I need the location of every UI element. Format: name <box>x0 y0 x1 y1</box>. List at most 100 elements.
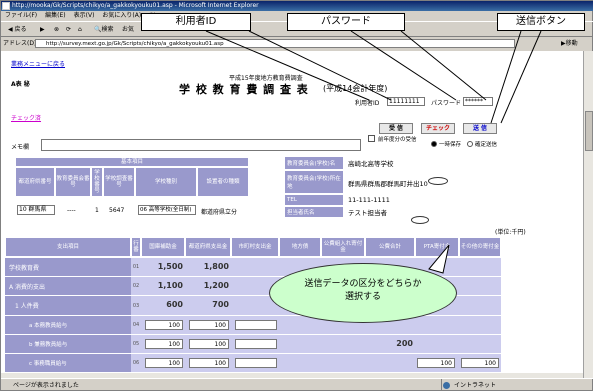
national-input[interactable]: 100 <box>145 320 183 330</box>
user-id-input[interactable]: 11111111 <box>387 97 425 106</box>
password-label: パスワード <box>431 100 462 107</box>
menu-back-link[interactable]: 業務メニューに戻る <box>11 59 65 68</box>
zone-label: イントラネット <box>441 379 531 391</box>
address-label: アドレス(D) <box>3 40 37 47</box>
highlight-ellipse-icon <box>428 177 448 185</box>
row-number: 04 <box>131 316 141 335</box>
prefectural-input[interactable]: 100 <box>189 320 229 330</box>
national-value: 600 <box>166 300 183 309</box>
menu-edit[interactable]: 編集(E) <box>45 11 65 21</box>
municipal-input[interactable] <box>235 320 277 330</box>
unit-label: (単位:千円) <box>495 229 526 236</box>
page-content: 業務メニューに戻る A表 秘 平成15年度地方教育費調査 学 校 教 育 費 調… <box>1 51 583 378</box>
person-label: 担当者氏名 <box>285 207 343 217</box>
refresh-button[interactable]: ⟳ <box>63 24 74 36</box>
col-survey-no: 学校調査番号 <box>103 167 135 197</box>
row-number: 02 <box>131 277 141 296</box>
menu-view[interactable]: 表示(V) <box>74 11 95 21</box>
founder-value: 都道府県立分 <box>201 209 238 216</box>
row-number: 01 <box>131 258 141 277</box>
note-line-1: 送信データの区分をどちらか <box>304 279 422 289</box>
col-local-bond: 地方債 <box>279 237 321 257</box>
school-type-select[interactable]: 06 高等学校(全日制) <box>138 205 196 215</box>
pta-input[interactable]: 100 <box>417 358 455 368</box>
callout-note-bubble: 送信データの区分をどちらか 選択する <box>269 263 457 323</box>
survey-title-suffix: (平成14会計年度) <box>323 84 388 93</box>
address-field-value: 群馬県群馬郡群馬町井出10 <box>348 180 428 188</box>
col-expense-item: 支出項目 <box>5 237 131 257</box>
school-no-value: 1 <box>95 207 99 214</box>
col-other-donation: その他の寄付金 <box>459 237 501 257</box>
col-public-total: 公費合計 <box>365 237 415 257</box>
send-button[interactable]: 送 信 <box>463 123 497 134</box>
vertical-scrollbar[interactable] <box>583 51 593 378</box>
scroll-thumb[interactable] <box>585 111 593 151</box>
search-label: 検索 <box>101 26 114 33</box>
final-send-radio[interactable] <box>467 141 473 147</box>
check-button[interactable]: チェック <box>421 123 455 134</box>
prefectural-value: 1,800 <box>203 262 229 271</box>
col-prefectural: 都道府県支出金 <box>185 237 231 257</box>
row-label: A 消費的支出 <box>5 277 131 296</box>
municipal-input[interactable] <box>235 339 277 349</box>
national-input[interactable]: 100 <box>145 358 183 368</box>
callout-password: パスワード <box>287 13 405 31</box>
status-bar: ページが表示されました イントラネット <box>1 378 593 391</box>
search-button[interactable]: 🔍検索 <box>91 24 117 36</box>
prefectural-input[interactable]: 100 <box>189 339 229 349</box>
address-field-label: 教育委員会(学校)所在地 <box>285 171 343 193</box>
pref-select[interactable]: 10 群馬県 <box>17 205 55 215</box>
basic-heading: 基本項目 <box>15 157 249 167</box>
municipal-input[interactable] <box>235 358 277 368</box>
row-number: 06 <box>131 354 141 373</box>
prev-year-label: 前年度分の受信 <box>378 137 417 143</box>
callout-send-button: 送信ボタン <box>497 13 585 31</box>
check-done-link[interactable]: チェック済 <box>11 113 41 122</box>
stop-button[interactable]: ⊗ <box>51 24 62 36</box>
back-label: 戻る <box>14 26 27 33</box>
title-bar: http://mooka/Gk/Scripts/chikyo/a_gakkoky… <box>1 1 593 11</box>
tel-value: 11-111-1111 <box>348 196 390 204</box>
col-pta: PTA寄付金 <box>415 237 459 257</box>
prefectural-value: 1,200 <box>203 281 229 290</box>
col-municipal: 市町村支出金 <box>231 237 279 257</box>
ie-icon <box>2 2 10 10</box>
forward-button[interactable]: ▶ <box>37 24 48 36</box>
national-value: 1,100 <box>157 281 183 290</box>
temp-save-radio[interactable] <box>431 141 437 147</box>
board-name-value: 高崎北高等学校 <box>348 160 394 168</box>
row-label: a 本務教員給与 <box>5 316 131 335</box>
row-number: 03 <box>131 296 141 316</box>
tel-label: TEL <box>285 195 343 205</box>
status-text: ページが表示されました <box>13 382 79 389</box>
favorites-button[interactable]: お気 <box>119 24 137 36</box>
col-public-donation: 公費組入れ寄付金 <box>321 237 365 257</box>
col-national: 国庫補助金 <box>141 237 185 257</box>
callout-user-id: 利用者ID <box>141 13 251 31</box>
national-input[interactable]: 100 <box>145 339 183 349</box>
survey-title: 学 校 教 育 費 調 査 表 <box>179 83 309 96</box>
national-value: 1,500 <box>157 262 183 271</box>
memo-label: メモ欄 <box>11 144 30 151</box>
highlight-ellipse-icon <box>411 216 429 224</box>
form-code: A表 秘 <box>11 81 30 88</box>
row-label: 学校教育費 <box>5 258 131 277</box>
back-button[interactable]: ◀ 戻る <box>5 24 30 36</box>
col-founder: 設置者の種類 <box>197 167 249 197</box>
person-value: テスト担当者 <box>348 209 387 217</box>
menu-file[interactable]: ファイル(F) <box>5 11 37 21</box>
memo-input[interactable] <box>41 139 361 151</box>
prefectural-input[interactable]: 100 <box>189 358 229 368</box>
go-button[interactable]: ▶移動 <box>561 39 591 48</box>
prev-year-checkbox[interactable] <box>368 135 375 142</box>
address-input[interactable]: http://survey.mext.go.jp/Gk/Scripts/chik… <box>35 39 515 48</box>
final-send-label: 確定送信 <box>475 142 498 148</box>
other-donation-input[interactable]: 100 <box>461 358 499 368</box>
password-input[interactable]: ****** <box>463 97 493 106</box>
board-value: ---- <box>67 207 76 214</box>
menu-favorites[interactable]: お気に入り(A) <box>102 11 141 21</box>
favorites-label: お気 <box>122 26 135 33</box>
receive-button[interactable]: 受 信 <box>379 123 413 134</box>
intranet-icon <box>443 382 450 389</box>
home-button[interactable]: ⌂ <box>75 24 85 36</box>
